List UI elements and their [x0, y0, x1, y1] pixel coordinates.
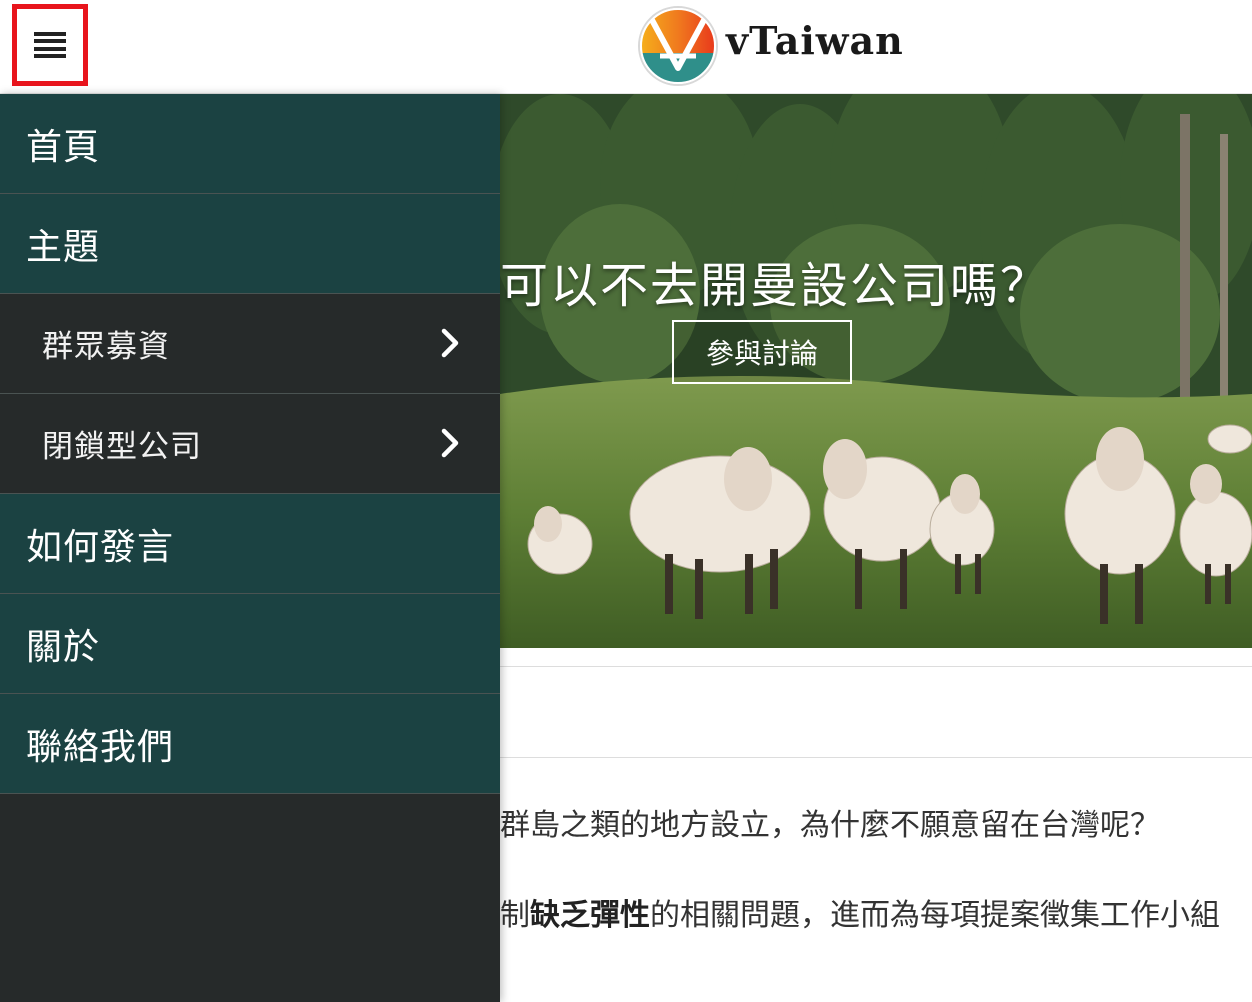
nav-item-label: 群眾募資 [42, 329, 170, 365]
nav-item-label: 關於 [26, 626, 101, 668]
nav-item-topics[interactable]: 主題 [0, 194, 500, 294]
nav-item-closed-company[interactable]: 閉鎖型公司 [0, 394, 500, 494]
nav-item-how-to-speak[interactable]: 如何發言 [0, 494, 500, 594]
nav-item-label: 閉鎖型公司 [42, 429, 202, 465]
vtaiwan-logo-icon[interactable] [638, 6, 718, 86]
divider [500, 757, 1252, 758]
chevron-right-icon [441, 328, 459, 358]
hamburger-menu-icon [34, 32, 66, 58]
content-paragraph: 群島之類的地方設立，為什麼不願意留在台灣呢？ [500, 808, 1160, 843]
nav-item-contact[interactable]: 聯絡我們 [0, 694, 500, 794]
divider [500, 666, 1252, 667]
nav-item-about[interactable]: 關於 [0, 594, 500, 694]
paragraph-bold-text: 缺乏彈性 [530, 898, 650, 933]
brand-name[interactable]: vTaiwan [726, 18, 904, 63]
chevron-right-icon [441, 428, 459, 458]
nav-item-label: 首頁 [26, 126, 101, 168]
nav-item-crowdfunding[interactable]: 群眾募資 [0, 294, 500, 394]
top-header: vTaiwan [0, 0, 1252, 94]
content-paragraph: 制缺乏彈性的相關問題，進而為每項提案徵集工作小組 [500, 890, 1252, 934]
side-navigation-drawer: 首頁 主題 群眾募資 閉鎖型公司 如何發言 關於 聯絡我們 [0, 94, 500, 1002]
paragraph-text: 的相關問題，進而為每項提案徵集工作小組 [650, 898, 1220, 933]
nav-item-label: 如何發言 [26, 526, 175, 568]
hamburger-menu-button[interactable] [12, 4, 88, 86]
nav-item-home[interactable]: 首頁 [0, 94, 500, 194]
paragraph-text: 制 [500, 898, 530, 933]
hero-sheep-photo [500, 94, 1252, 648]
hero-title: 可以不去開曼設公司嗎？ [500, 258, 1051, 314]
nav-item-label: 聯絡我們 [26, 726, 175, 768]
join-discussion-button[interactable]: 參與討論 [672, 320, 852, 384]
nav-item-label: 主題 [26, 226, 101, 268]
hero-banner [500, 94, 1252, 648]
